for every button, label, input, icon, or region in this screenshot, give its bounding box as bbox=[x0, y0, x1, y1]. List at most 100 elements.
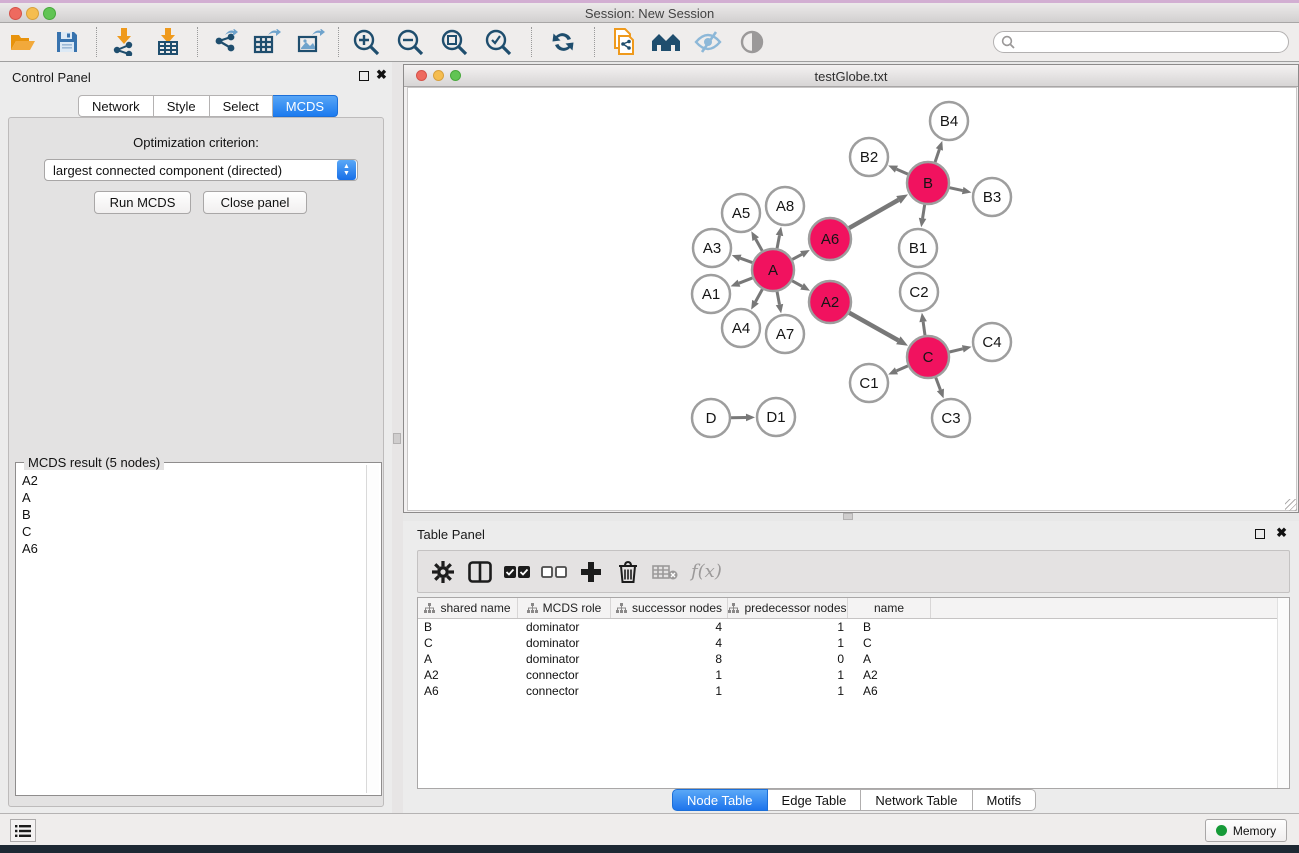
select-all-icon[interactable] bbox=[504, 559, 530, 585]
open-file-icon[interactable] bbox=[8, 27, 38, 57]
horizontal-splitter-handle[interactable] bbox=[843, 513, 853, 520]
delete-icon[interactable] bbox=[615, 559, 641, 585]
import-network-icon[interactable] bbox=[109, 27, 139, 57]
tab-select[interactable]: Select bbox=[210, 95, 273, 117]
table-cell[interactable]: B bbox=[848, 619, 931, 635]
edge-C-C4[interactable] bbox=[949, 349, 962, 352]
float-panel-icon[interactable] bbox=[359, 71, 369, 81]
tab-network[interactable]: Network bbox=[78, 95, 154, 117]
optimization-criterion-select[interactable]: largest connected component (directed) ▲… bbox=[44, 159, 358, 181]
table-cell[interactable]: 4 bbox=[611, 619, 728, 635]
edge-C-C1[interactable] bbox=[896, 366, 907, 371]
table-cell[interactable]: B bbox=[418, 619, 518, 635]
result-list-item[interactable]: A bbox=[18, 489, 366, 506]
table-cell[interactable] bbox=[931, 683, 1279, 699]
table-cell[interactable]: 4 bbox=[611, 635, 728, 651]
table-row[interactable]: Cdominator41C bbox=[418, 635, 1289, 651]
table-cell[interactable]: A6 bbox=[848, 683, 931, 699]
result-list-item[interactable]: A2 bbox=[18, 472, 366, 489]
edge-A-A1[interactable] bbox=[739, 278, 753, 283]
zoom-out-icon[interactable] bbox=[395, 27, 425, 57]
edge-B-B1[interactable] bbox=[923, 205, 925, 219]
tab-motifs[interactable]: Motifs bbox=[973, 789, 1037, 811]
table-cell[interactable]: A bbox=[848, 651, 931, 667]
gear-icon[interactable] bbox=[430, 559, 456, 585]
edge-A-A3[interactable] bbox=[740, 258, 752, 262]
hide-selected-icon[interactable] bbox=[693, 27, 723, 57]
table-cell[interactable] bbox=[931, 635, 1279, 651]
close-panel-icon[interactable]: ✖ bbox=[376, 68, 387, 82]
network-canvas[interactable]: B4B2BB3A8A5A6A3B1AC2A1A2A4A7C4CC1C3DD1 bbox=[407, 87, 1297, 511]
vertical-splitter[interactable] bbox=[392, 62, 403, 813]
splitter-handle[interactable] bbox=[393, 433, 401, 444]
zoom-fit-icon[interactable] bbox=[439, 27, 469, 57]
task-history-button[interactable] bbox=[10, 819, 36, 842]
tab-edge-table[interactable]: Edge Table bbox=[768, 789, 862, 811]
column-header-shared-name[interactable]: shared name bbox=[418, 598, 518, 618]
memory-button[interactable]: Memory bbox=[1205, 819, 1287, 842]
export-network-icon[interactable] bbox=[210, 27, 240, 57]
table-cell[interactable]: A2 bbox=[418, 667, 518, 683]
save-session-icon[interactable] bbox=[52, 27, 82, 57]
edge-A6-B[interactable] bbox=[849, 200, 898, 228]
table-cell[interactable]: 1 bbox=[728, 683, 848, 699]
float-table-panel-icon[interactable] bbox=[1255, 529, 1265, 539]
close-table-panel-icon[interactable]: ✖ bbox=[1276, 526, 1287, 540]
edge-A-A4[interactable] bbox=[755, 289, 762, 301]
edge-C-C3[interactable] bbox=[936, 378, 941, 390]
table-row[interactable]: Adominator80A bbox=[418, 651, 1289, 667]
columns-icon[interactable] bbox=[467, 559, 493, 585]
table-cell[interactable]: A bbox=[418, 651, 518, 667]
edge-A-A5[interactable] bbox=[756, 239, 763, 251]
table-cell[interactable]: C bbox=[418, 635, 518, 651]
column-header-successor-nodes[interactable]: successor nodes bbox=[611, 598, 728, 618]
table-cell[interactable]: 1 bbox=[611, 683, 728, 699]
table-cell[interactable]: 8 bbox=[611, 651, 728, 667]
table-row[interactable]: Bdominator41B bbox=[418, 619, 1289, 635]
column-header-name[interactable]: name bbox=[848, 598, 931, 618]
tab-network-table[interactable]: Network Table bbox=[861, 789, 972, 811]
run-mcds-button[interactable]: Run MCDS bbox=[94, 191, 191, 214]
edge-C-C2[interactable] bbox=[923, 322, 925, 335]
table-cell[interactable]: connector bbox=[518, 683, 611, 699]
tab-mcds[interactable]: MCDS bbox=[273, 95, 338, 117]
table-row[interactable]: A2connector11A2 bbox=[418, 667, 1289, 683]
first-neighbors-icon[interactable] bbox=[651, 27, 681, 57]
result-list-item[interactable]: C bbox=[18, 523, 366, 540]
refresh-icon[interactable] bbox=[548, 27, 578, 57]
import-table-icon[interactable] bbox=[153, 27, 183, 57]
edge-A-A2[interactable] bbox=[792, 281, 802, 287]
search-box[interactable] bbox=[993, 31, 1289, 53]
zoom-in-icon[interactable] bbox=[351, 27, 381, 57]
table-cell[interactable] bbox=[931, 667, 1279, 683]
table-cell[interactable]: dominator bbox=[518, 635, 611, 651]
column-header-predecessor-nodes[interactable]: predecessor nodes bbox=[728, 598, 848, 618]
search-input[interactable] bbox=[1015, 33, 1288, 51]
edge-B-B2[interactable] bbox=[896, 169, 907, 174]
edge-A-A7[interactable] bbox=[777, 292, 779, 305]
add-icon[interactable] bbox=[578, 559, 604, 585]
edge-A-A8[interactable] bbox=[777, 235, 779, 248]
table-cell[interactable]: A6 bbox=[418, 683, 518, 699]
table-row[interactable]: A6connector11A6 bbox=[418, 683, 1289, 699]
edge-B-B4[interactable] bbox=[935, 149, 939, 162]
network-window-titlebar[interactable]: testGlobe.txt bbox=[404, 65, 1298, 87]
table-cell[interactable]: 1 bbox=[728, 619, 848, 635]
export-image-icon[interactable] bbox=[296, 27, 326, 57]
deselect-all-icon[interactable] bbox=[541, 559, 567, 585]
tab-style[interactable]: Style bbox=[154, 95, 210, 117]
network-graph[interactable]: B4B2BB3A8A5A6A3B1AC2A1A2A4A7C4CC1C3DD1 bbox=[408, 88, 1296, 510]
resize-grip-icon[interactable] bbox=[1285, 499, 1297, 511]
table-cell[interactable]: connector bbox=[518, 667, 611, 683]
edge-B-B3[interactable] bbox=[949, 188, 962, 191]
edge-A2-C[interactable] bbox=[849, 313, 898, 341]
delete-table-icon[interactable] bbox=[652, 559, 678, 585]
table-cell[interactable]: 1 bbox=[611, 667, 728, 683]
show-all-icon[interactable] bbox=[737, 27, 767, 57]
result-list-item[interactable]: B bbox=[18, 506, 366, 523]
export-table-icon[interactable] bbox=[252, 27, 282, 57]
table-cell[interactable]: 1 bbox=[728, 667, 848, 683]
table-cell[interactable] bbox=[931, 619, 1279, 635]
table-cell[interactable]: dominator bbox=[518, 651, 611, 667]
copy-network-icon[interactable] bbox=[609, 27, 639, 57]
